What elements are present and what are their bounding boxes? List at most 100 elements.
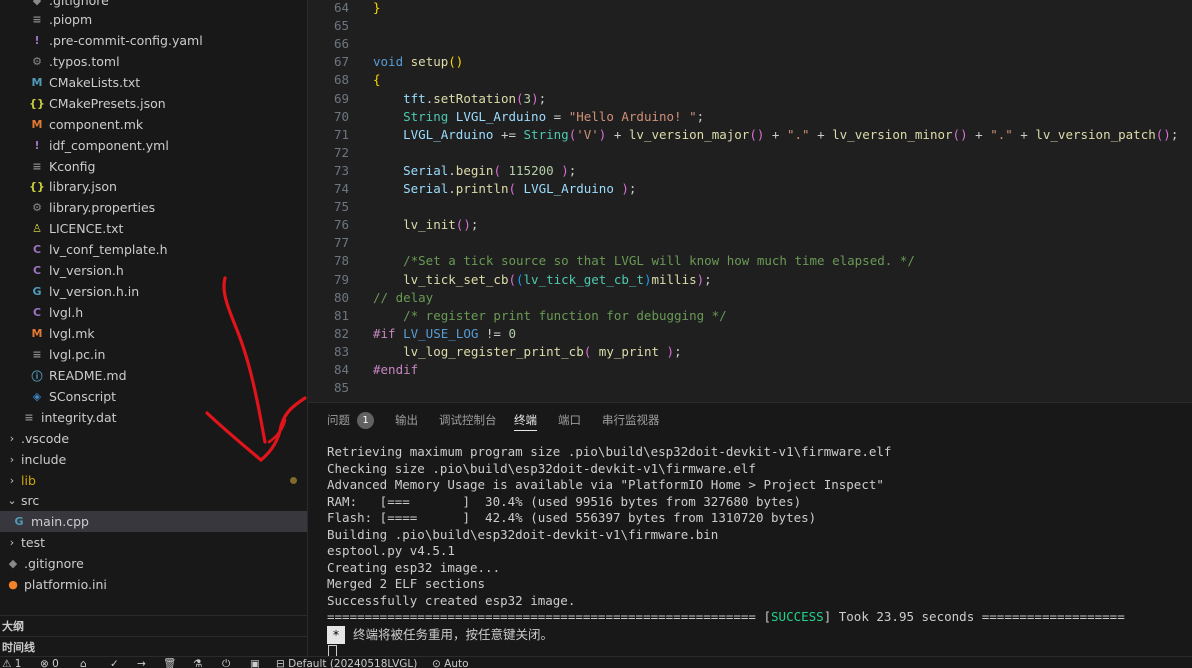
file-item[interactable]: ! .pre-commit-config.yaml: [0, 30, 307, 51]
line-number: 84: [333, 362, 349, 377]
folder-item[interactable]: › test: [0, 532, 307, 553]
file-item[interactable]: Clvgl.h: [0, 302, 307, 323]
code-line[interactable]: 82 #if LV_USE_LOG != 0: [308, 325, 1192, 343]
code-editor[interactable]: 64} 65 66 67 void setup() 68{69 tft.setRotati…: [308, 0, 1192, 402]
tab-problems[interactable]: 问题: [327, 412, 350, 430]
line-number: 75: [333, 199, 349, 215]
folder-item[interactable]: ⌄ src: [0, 490, 307, 511]
code-line[interactable]: 71 LVGL_Arduino += String('V') + lv_vers…: [308, 126, 1192, 144]
terminal-line: Checking size .pio\build\esp32doit-devki…: [327, 460, 756, 476]
cpp-icon: G: [32, 285, 42, 298]
code-line[interactable]: 80 // delay: [308, 289, 1192, 307]
license-icon: ♙: [32, 222, 42, 235]
file-item-label: lv_version.h: [49, 263, 124, 278]
file-item[interactable]: ≡ .piopm: [0, 9, 307, 30]
line-number: 67: [333, 54, 349, 70]
code-text: LVGL_Arduino += String('V') + lv_version…: [403, 126, 1179, 142]
line-number: 77: [333, 235, 349, 251]
file-item[interactable]: Clv_version.h: [0, 260, 307, 281]
terminal-line: RAM: [=== ] 30.4% (used 99516 bytes from…: [327, 493, 802, 509]
terminal-success-line: ========================================…: [327, 609, 1125, 626]
code-line[interactable]: 67 void setup(): [308, 53, 1192, 71]
c-header-icon: C: [32, 243, 42, 256]
code-line[interactable]: 73 Serial.begin( 115200 );: [308, 162, 1192, 180]
file-item-label: lvgl.pc.in: [49, 347, 106, 362]
file-item-label: .typos.toml: [49, 54, 120, 69]
file-item-label: lvgl.mk: [49, 326, 95, 341]
code-line[interactable]: 77: [308, 234, 1192, 252]
file-item[interactable]: {} library.json: [0, 176, 307, 197]
code-line[interactable]: 68 {: [308, 71, 1192, 89]
file-item[interactable]: ◈ SConscript: [0, 386, 307, 407]
terminal-line: Flash: [==== ] 42.4% (used 556397 bytes …: [327, 510, 817, 525]
terminal-line: Building .pio\build\esp32doit-devkit-v1\…: [327, 526, 719, 542]
tab-serial-monitor[interactable]: 串行监视器: [602, 412, 660, 430]
terminal-line: Creating esp32 image...: [327, 559, 501, 575]
code-line[interactable]: 74 Serial.println( LVGL_Arduino );: [308, 180, 1192, 198]
folder-item[interactable]: › lib: [0, 470, 307, 491]
file-item[interactable]: ◆ .gitignore: [0, 553, 307, 574]
code-line[interactable]: 72: [308, 144, 1192, 162]
gear-icon: ⚙: [32, 55, 42, 68]
tab-debug-console[interactable]: 调试控制台: [439, 412, 497, 430]
code-line[interactable]: 79 lv_tick_set_cb((lv_tick_get_cb_t)mill…: [308, 271, 1192, 289]
file-item[interactable]: ≡ lvgl.pc.in: [0, 344, 307, 365]
code-line[interactable]: 85: [308, 379, 1192, 397]
line-number: 81: [333, 307, 349, 323]
file-item[interactable]: ⚙ .typos.toml: [0, 51, 307, 72]
file-item-label: library.properties: [49, 200, 156, 215]
file-item[interactable]: ⓘ README.md: [0, 365, 307, 386]
file-item[interactable]: ≡ Kconfig: [0, 156, 307, 177]
file-item[interactable]: ≡ integrity.dat: [0, 407, 307, 428]
code-text: #endif: [373, 362, 419, 377]
file-item[interactable]: ⚙ library.properties: [0, 197, 307, 218]
code-line[interactable]: 64}: [308, 0, 1192, 17]
folder-item[interactable]: › .vscode: [0, 428, 307, 449]
tab-output[interactable]: 输出: [395, 412, 418, 430]
code-line[interactable]: 75: [308, 198, 1192, 216]
code-line[interactable]: 78 /*Set a tick source so that LVGL will…: [308, 252, 1192, 270]
line-number: 80: [333, 289, 349, 305]
chevron-right-icon: ›: [9, 536, 15, 549]
file-item[interactable]: ● platformio.ini: [0, 574, 307, 595]
chevron-right-icon: ›: [9, 453, 15, 466]
c-header-icon: C: [32, 306, 42, 319]
timeline-header[interactable]: 时间线: [0, 636, 307, 656]
folder-item-label: .vscode: [21, 431, 70, 446]
code-line[interactable]: 83 lv_log_register_print_cb( my_print );: [308, 343, 1192, 361]
panel-tabs: 问题 输出 调试控制台 终端 端口 串行监视器 1: [308, 403, 1192, 437]
file-item[interactable]: ! idf_component.yml: [0, 135, 307, 156]
file-item[interactable]: Glv_version.h.in: [0, 281, 307, 302]
file-item-label: Kconfig: [49, 159, 96, 174]
file-item[interactable]: Mcomponent.mk: [0, 114, 307, 135]
outline-header[interactable]: 大纲: [0, 615, 307, 636]
file-item[interactable]: {} CMakePresets.json: [0, 93, 307, 114]
code-text: // delay: [373, 289, 434, 305]
code-line[interactable]: 66: [308, 35, 1192, 53]
file-item[interactable]: ♙ LICENCE.txt: [0, 218, 307, 239]
yaml-icon: !: [34, 34, 40, 47]
file-item-main-cpp[interactable]: Gmain.cpp: [0, 511, 307, 532]
code-line[interactable]: 65: [308, 17, 1192, 35]
terminal-line: Retrieving maximum program size .pio\bui…: [327, 444, 892, 459]
file-item-label: lvgl.h: [49, 305, 84, 320]
warning-dot-icon: [290, 477, 297, 484]
code-line[interactable]: 81 /* register print function for debugg…: [308, 307, 1192, 325]
chevron-right-icon: ›: [9, 432, 15, 445]
file-item-label: main.cpp: [31, 514, 89, 529]
code-line[interactable]: 76 lv_init();: [308, 216, 1192, 234]
tab-terminal[interactable]: 终端: [514, 412, 537, 431]
file-item[interactable]: M CMakeLists.txt: [0, 72, 307, 93]
code-line[interactable]: 69 tft.setRotation(3);: [308, 90, 1192, 108]
code-text: String LVGL_Arduino = "Hello Arduino! ";: [403, 108, 705, 124]
folder-item[interactable]: › include: [0, 449, 307, 470]
terminal-line: Advanced Memory Usage is available via "…: [327, 477, 884, 492]
line-number: 78: [333, 253, 349, 269]
terminal-notice: * 终端将被任务重用，按任意键关闭。: [327, 625, 553, 644]
code-line[interactable]: 70 String LVGL_Arduino = "Hello Arduino!…: [308, 108, 1192, 126]
code-line[interactable]: 84 #endif: [308, 361, 1192, 379]
terminal-line: Merged 2 ELF sections: [327, 576, 486, 591]
file-item[interactable]: Clv_conf_template.h: [0, 239, 307, 260]
tab-ports[interactable]: 端口: [558, 412, 581, 430]
file-item[interactable]: Mlvgl.mk: [0, 323, 307, 344]
